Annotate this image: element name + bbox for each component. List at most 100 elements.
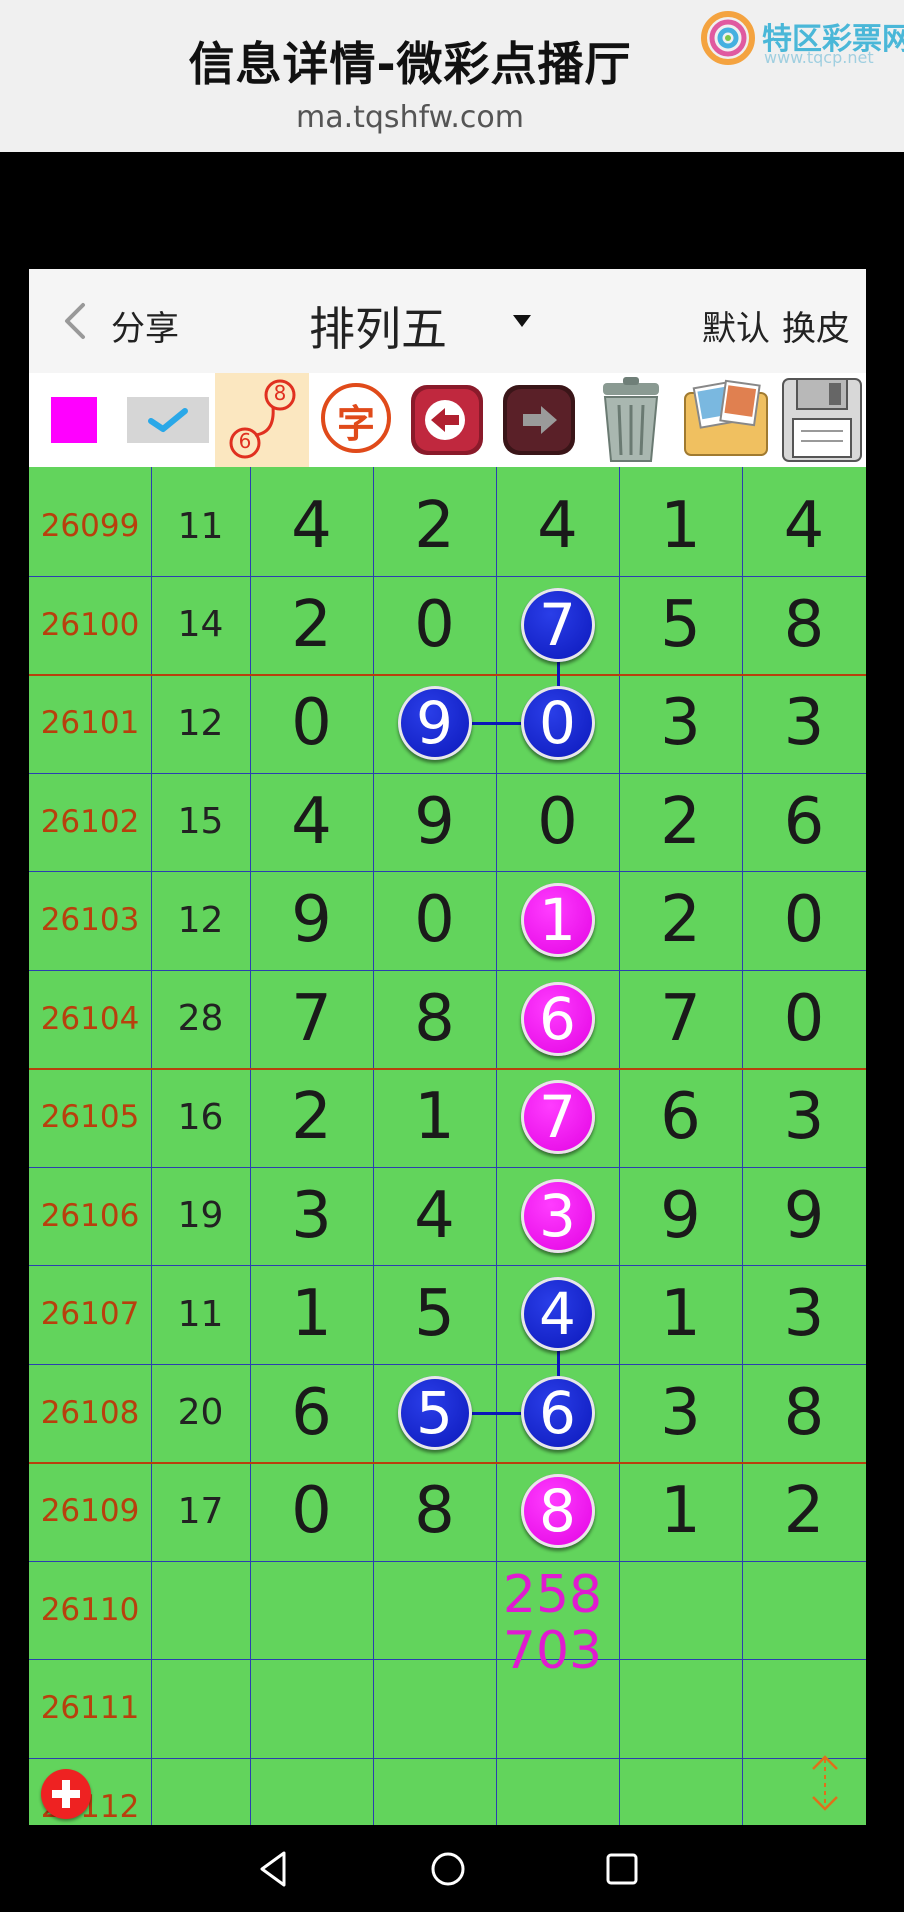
scroll-arrows-icon[interactable] [805, 1751, 845, 1815]
digit-cell[interactable]: 5 [619, 576, 742, 675]
magenta-highlight-ball[interactable]: 1 [520, 883, 595, 958]
digit-cell[interactable]: 3 [619, 1364, 742, 1463]
undo-button[interactable] [405, 373, 487, 467]
magenta-highlight-ball[interactable]: 7 [520, 1080, 595, 1155]
digit-cell[interactable]: 9 [619, 1167, 742, 1266]
app-header: 分享 排列五 默认 换皮 [29, 269, 866, 373]
nav-home-icon[interactable] [426, 1847, 470, 1891]
color-picker-button[interactable] [29, 373, 113, 467]
images-folder-icon [684, 379, 768, 456]
digit-cell[interactable]: 0 [742, 871, 866, 970]
issue-number: 26099 [40, 508, 140, 545]
digit-cell[interactable]: 4 [373, 1167, 496, 1266]
digit-cell[interactable]: 3 [742, 1068, 866, 1167]
blue-highlight-ball[interactable]: 7 [520, 587, 595, 662]
digit-cell[interactable]: 8 [742, 576, 866, 675]
digit-cell[interactable]: 0 [250, 1462, 373, 1561]
digit-cell[interactable] [619, 1758, 742, 1826]
digit-cell[interactable] [373, 1561, 496, 1660]
add-plus-button[interactable] [41, 1769, 91, 1819]
blue-highlight-ball[interactable]: 4 [520, 1277, 595, 1352]
back-chevron-icon[interactable] [55, 299, 95, 343]
digit-cell[interactable]: 2 [742, 1462, 866, 1561]
digit-cell[interactable]: 9 [373, 773, 496, 872]
sum-value: 17 [177, 1490, 224, 1532]
digit-cell[interactable] [742, 1561, 866, 1660]
digit-cell[interactable]: 0 [742, 970, 866, 1069]
digit-cell[interactable]: 3 [742, 674, 866, 773]
digit-cell[interactable] [250, 1561, 373, 1660]
digit-cell[interactable]: 3 [742, 1265, 866, 1364]
link-top-number: 8 [273, 381, 287, 405]
digit-cell[interactable]: 4 [250, 477, 373, 576]
page-title: 信息详情-微彩点播厅 [188, 37, 632, 91]
digit-cell[interactable]: 1 [250, 1265, 373, 1364]
digit-cell[interactable]: 4 [496, 477, 619, 576]
dropdown-caret-icon[interactable] [513, 315, 531, 327]
digit-cell[interactable]: 7 [250, 970, 373, 1069]
digit-cell[interactable]: 0 [496, 773, 619, 872]
prediction-text: 258 [502, 1564, 603, 1625]
lottery-selector[interactable]: 排列五 [309, 293, 447, 359]
redo-button[interactable] [499, 373, 581, 467]
blue-highlight-ball[interactable]: 6 [520, 1375, 595, 1450]
digit-cell[interactable]: 0 [373, 871, 496, 970]
digit-cell[interactable]: 6 [742, 773, 866, 872]
digit-cell[interactable]: 8 [373, 1462, 496, 1561]
issue-number: 26101 [40, 705, 140, 742]
digit-cell[interactable]: 1 [619, 1462, 742, 1561]
change-skin-button[interactable]: 换皮 [782, 309, 850, 349]
digit-cell[interactable]: 9 [250, 871, 373, 970]
digit-cell[interactable] [373, 1659, 496, 1758]
digit-cell[interactable]: 2 [250, 576, 373, 675]
digit-cell[interactable]: 4 [742, 477, 866, 576]
digit-cell[interactable]: 6 [619, 1068, 742, 1167]
digit-cell[interactable]: 6 [250, 1364, 373, 1463]
nav-recents-icon[interactable] [600, 1847, 644, 1891]
blue-highlight-ball[interactable]: 9 [397, 686, 472, 761]
magenta-highlight-ball[interactable]: 6 [520, 981, 595, 1056]
digit-cell[interactable] [619, 1561, 742, 1660]
page-url[interactable]: ma.tqshfw.com [0, 100, 820, 135]
digit-cell[interactable]: 8 [742, 1364, 866, 1463]
digit-cell[interactable]: 2 [619, 871, 742, 970]
digit-cell[interactable] [742, 1659, 866, 1758]
digit-cell[interactable] [373, 1758, 496, 1826]
digit-cell[interactable]: 3 [250, 1167, 373, 1266]
digit-cell[interactable]: 2 [619, 773, 742, 872]
digit-cell[interactable]: 3 [619, 674, 742, 773]
digit-cell[interactable] [496, 1758, 619, 1826]
blue-highlight-ball[interactable]: 5 [397, 1375, 472, 1450]
digit-cell[interactable]: 4 [250, 773, 373, 872]
default-button[interactable]: 默认 [702, 309, 770, 349]
digit-cell[interactable]: 1 [373, 1068, 496, 1167]
digit-cell[interactable] [250, 1758, 373, 1826]
digit-cell[interactable]: 0 [250, 674, 373, 773]
sum-value: 11 [177, 505, 224, 547]
digit-cell[interactable]: 8 [373, 970, 496, 1069]
magenta-highlight-ball[interactable]: 8 [520, 1474, 595, 1549]
digit-cell[interactable] [742, 1758, 866, 1826]
text-mode-button[interactable]: 字 [313, 373, 399, 467]
magenta-highlight-ball[interactable]: 3 [520, 1178, 595, 1253]
digit-cell[interactable]: 5 [373, 1265, 496, 1364]
digit-cell[interactable]: 1 [619, 1265, 742, 1364]
digit-cell[interactable]: 0 [373, 576, 496, 675]
share-button[interactable]: 分享 [111, 301, 179, 350]
digit-cell[interactable]: 1 [619, 477, 742, 576]
trash-button[interactable] [587, 373, 675, 467]
issue-number: 26108 [40, 1394, 140, 1431]
digit-cell[interactable]: 7 [619, 970, 742, 1069]
blue-highlight-ball[interactable]: 0 [520, 686, 595, 761]
nav-back-icon[interactable] [252, 1847, 296, 1891]
images-button[interactable] [679, 373, 773, 467]
link-numbers-button[interactable]: 8 6 [215, 373, 309, 467]
digit-cell[interactable]: 2 [250, 1068, 373, 1167]
check-toggle-button[interactable] [113, 373, 213, 467]
digit-cell[interactable] [250, 1659, 373, 1758]
digit-cell[interactable]: 9 [742, 1167, 866, 1266]
digit-cell[interactable] [619, 1659, 742, 1758]
sum-value: 14 [177, 604, 224, 646]
save-button[interactable] [777, 373, 865, 467]
digit-cell[interactable]: 2 [373, 477, 496, 576]
